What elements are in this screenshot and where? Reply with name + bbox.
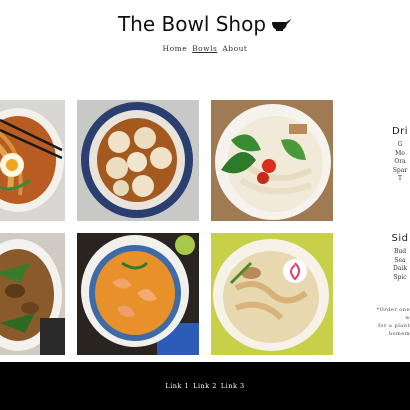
drink-item: T <box>397 175 402 182</box>
sides-heading: Sid <box>391 233 409 244</box>
sides-list: Bud Sea Daik Spic <box>390 248 410 282</box>
page-title: The Bowl Shop <box>117 12 267 36</box>
nav-about[interactable]: About <box>222 44 247 53</box>
bowl-icon <box>272 19 292 31</box>
sides-section: Sid Bud Sea Daik Spic <box>390 233 410 282</box>
footer-link-2[interactable]: Link 2 <box>193 382 217 390</box>
drink-item: Ora <box>394 158 406 165</box>
drinks-section: Dri G Mo Ora Spar T <box>390 126 410 184</box>
bowl-photo-pho[interactable] <box>211 100 333 221</box>
site-footer: Link 1 Link 2 Link 3 <box>0 362 410 410</box>
order-note: *Order one w for a plant homem <box>376 307 410 337</box>
side-item: Daik <box>393 265 407 272</box>
side-item: Spic <box>393 273 407 281</box>
bowl-photo-wonton[interactable] <box>77 100 199 221</box>
bowl-photo-ramen-fishcake[interactable] <box>211 233 333 355</box>
main-nav: Home Bowls About <box>0 44 410 53</box>
bowl-photo-ramen-egg[interactable] <box>0 100 65 221</box>
site-header: The Bowl Shop <box>0 10 410 38</box>
footer-link-3[interactable]: Link 3 <box>221 382 245 390</box>
nav-home[interactable]: Home <box>163 44 188 53</box>
drink-item: G <box>397 141 403 148</box>
drink-item: Spar <box>392 166 408 174</box>
bowl-photo-curry-shrimp[interactable] <box>77 233 199 355</box>
bowl-photo-mushroom[interactable] <box>0 233 65 355</box>
nav-bowls[interactable]: Bowls <box>192 44 217 53</box>
drinks-list: G Mo Ora Spar T <box>390 141 410 184</box>
side-item: Sea <box>394 256 406 264</box>
footer-link-1[interactable]: Link 1 <box>165 382 189 390</box>
drinks-heading: Dri <box>391 126 409 137</box>
drink-item: Mo <box>395 149 405 157</box>
side-item: Bud <box>393 248 407 255</box>
